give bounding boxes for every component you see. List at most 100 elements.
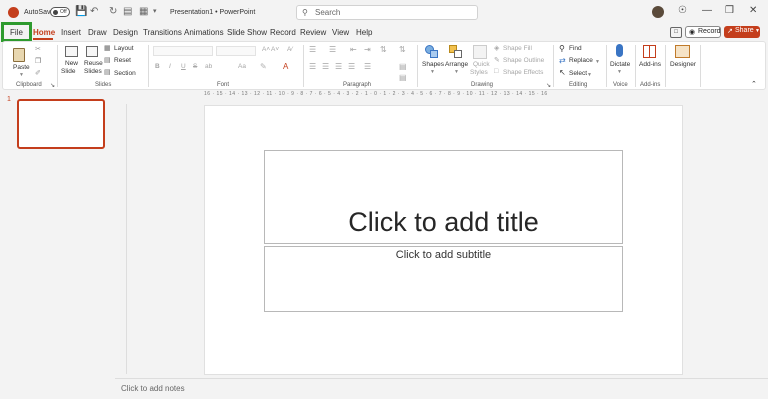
find-button[interactable]: Find <box>569 45 582 52</box>
find-icon[interactable]: ⚲ <box>559 44 565 53</box>
notes-pane[interactable]: Click to add notes <box>115 378 768 399</box>
tab-home[interactable]: Home <box>33 28 55 37</box>
shape-effects-icon[interactable]: □ <box>494 68 498 75</box>
tab-design[interactable]: Design <box>113 28 138 37</box>
quick-styles-icon[interactable] <box>473 45 487 59</box>
shape-outline-button[interactable]: Shape Outline <box>503 57 544 64</box>
reuse-slides-label[interactable]: Reuse <box>84 60 103 67</box>
shape-fill-button[interactable]: Shape Fill <box>503 45 532 52</box>
quick-styles-label[interactable]: Quick <box>473 61 490 68</box>
reuse-slides-label-2[interactable]: Slides <box>84 68 102 75</box>
microphone-icon[interactable] <box>616 44 623 57</box>
font-size-combobox[interactable] <box>216 46 256 56</box>
section-icon[interactable]: ▤ <box>104 68 111 76</box>
select-icon[interactable]: ↖ <box>559 68 566 77</box>
grow-font-icon[interactable]: A˄ <box>262 46 270 53</box>
undo-icon[interactable]: ↶ <box>90 6 98 18</box>
save-icon[interactable]: 💾 <box>75 6 87 18</box>
strikethrough-button[interactable]: S <box>193 63 197 70</box>
arrange-button[interactable]: Arrange <box>445 61 468 68</box>
decrease-indent-icon[interactable]: ⇤ <box>350 45 357 54</box>
tab-insert[interactable]: Insert <box>61 28 81 37</box>
tab-view[interactable]: View <box>332 28 349 37</box>
shapes-button[interactable]: Shapes <box>422 61 444 68</box>
line-spacing-icon[interactable]: ⇅ <box>380 45 387 54</box>
designer-button[interactable]: Designer <box>670 61 696 68</box>
font-color-icon[interactable]: A <box>283 62 288 71</box>
copy-icon[interactable]: ❐ <box>35 57 41 65</box>
replace-button[interactable]: Replace <box>569 57 593 64</box>
underline-button[interactable]: U <box>181 63 186 70</box>
select-dropdown-icon[interactable]: ▼ <box>587 72 592 78</box>
tab-slide-show[interactable]: Slide Show <box>227 28 267 37</box>
character-spacing-button[interactable]: ab <box>205 63 212 70</box>
align-text-icon[interactable]: ▤ <box>399 62 407 71</box>
dictate-button[interactable]: Dictate <box>610 61 630 68</box>
section-button[interactable]: Section <box>114 70 136 77</box>
dictate-dropdown-icon[interactable]: ▼ <box>617 69 622 75</box>
tab-transitions[interactable]: Transitions <box>143 28 182 37</box>
shape-fill-icon[interactable]: ◈ <box>494 44 499 52</box>
record-button[interactable]: ◉ Record <box>685 26 721 38</box>
text-direction-icon[interactable]: ⇅ <box>399 45 406 54</box>
arrange-dropdown-icon[interactable]: ▼ <box>454 69 459 75</box>
format-painter-icon[interactable]: ✐ <box>35 69 41 77</box>
shrink-font-icon[interactable]: A˅ <box>271 46 279 53</box>
italic-button[interactable]: I <box>169 63 171 70</box>
customize-qat-icon[interactable]: ▦ <box>139 6 148 18</box>
minimize-button[interactable]: — <box>702 5 712 17</box>
justify-icon[interactable]: ☰ <box>348 62 355 71</box>
align-left-icon[interactable]: ☰ <box>309 62 316 71</box>
tab-review[interactable]: Review <box>300 28 326 37</box>
reset-button[interactable]: Reset <box>114 57 131 64</box>
paste-dropdown-icon[interactable]: ▼ <box>19 72 24 78</box>
present-icon[interactable]: ▤ <box>123 6 132 18</box>
new-slide-label[interactable]: New <box>65 60 78 67</box>
qat-more-icon[interactable]: ▾ <box>153 6 157 18</box>
paste-label[interactable]: Paste <box>13 64 30 71</box>
columns-icon[interactable]: ☰ <box>364 62 371 71</box>
designer-icon[interactable] <box>675 45 690 58</box>
comments-button[interactable]: □ <box>670 27 682 38</box>
change-case-button[interactable]: Aa <box>238 63 246 70</box>
font-name-combobox[interactable] <box>153 46 213 56</box>
new-slide-icon[interactable] <box>65 46 78 57</box>
lightbulb-icon[interactable]: ☉ <box>678 5 687 17</box>
tab-draw[interactable]: Draw <box>88 28 107 37</box>
slide-thumbnail[interactable] <box>17 99 105 149</box>
share-button[interactable]: ↗ Share ▼ <box>724 26 760 38</box>
paste-icon[interactable] <box>13 48 25 62</box>
replace-dropdown-icon[interactable]: ▼ <box>595 59 600 65</box>
search-box[interactable]: ⚲ Search <box>296 5 478 20</box>
tab-animations[interactable]: Animations <box>184 28 224 37</box>
drawing-launcher-icon[interactable]: ↘ <box>546 82 551 89</box>
close-button[interactable]: ✕ <box>749 5 757 17</box>
clear-formatting-icon[interactable]: A∕ <box>287 46 292 53</box>
align-right-icon[interactable]: ☰ <box>335 62 342 71</box>
tab-help[interactable]: Help <box>356 28 372 37</box>
layout-icon[interactable]: ▦ <box>104 44 111 52</box>
title-placeholder[interactable]: Click to add title <box>264 150 623 244</box>
subtitle-placeholder[interactable]: Click to add subtitle <box>264 246 623 312</box>
shape-effects-button[interactable]: Shape Effects <box>503 69 543 76</box>
cut-icon[interactable]: ✂ <box>35 45 41 53</box>
bold-button[interactable]: B <box>155 63 160 70</box>
tab-record[interactable]: Record <box>270 28 296 37</box>
reset-icon[interactable]: ▤ <box>104 56 111 64</box>
avatar[interactable] <box>652 6 664 18</box>
arrange-icon[interactable] <box>449 45 463 59</box>
layout-button[interactable]: Layout <box>114 45 134 52</box>
shapes-icon[interactable] <box>425 45 439 58</box>
clipboard-launcher-icon[interactable]: ↘ <box>50 82 55 89</box>
highlight-color-icon[interactable]: ✎ <box>260 62 267 71</box>
redo-icon[interactable]: ↻ <box>109 6 117 18</box>
bullets-icon[interactable]: ☰ <box>309 45 316 54</box>
align-center-icon[interactable]: ☰ <box>322 62 329 71</box>
shapes-dropdown-icon[interactable]: ▼ <box>430 69 435 75</box>
collapse-ribbon-icon[interactable]: ⌃ <box>751 80 757 88</box>
addins-button[interactable]: Add-ins <box>639 61 661 68</box>
increase-indent-icon[interactable]: ⇥ <box>364 45 371 54</box>
addins-icon[interactable] <box>643 45 656 58</box>
replace-icon[interactable]: ⇄ <box>559 56 566 65</box>
reuse-slides-icon[interactable] <box>86 46 98 57</box>
